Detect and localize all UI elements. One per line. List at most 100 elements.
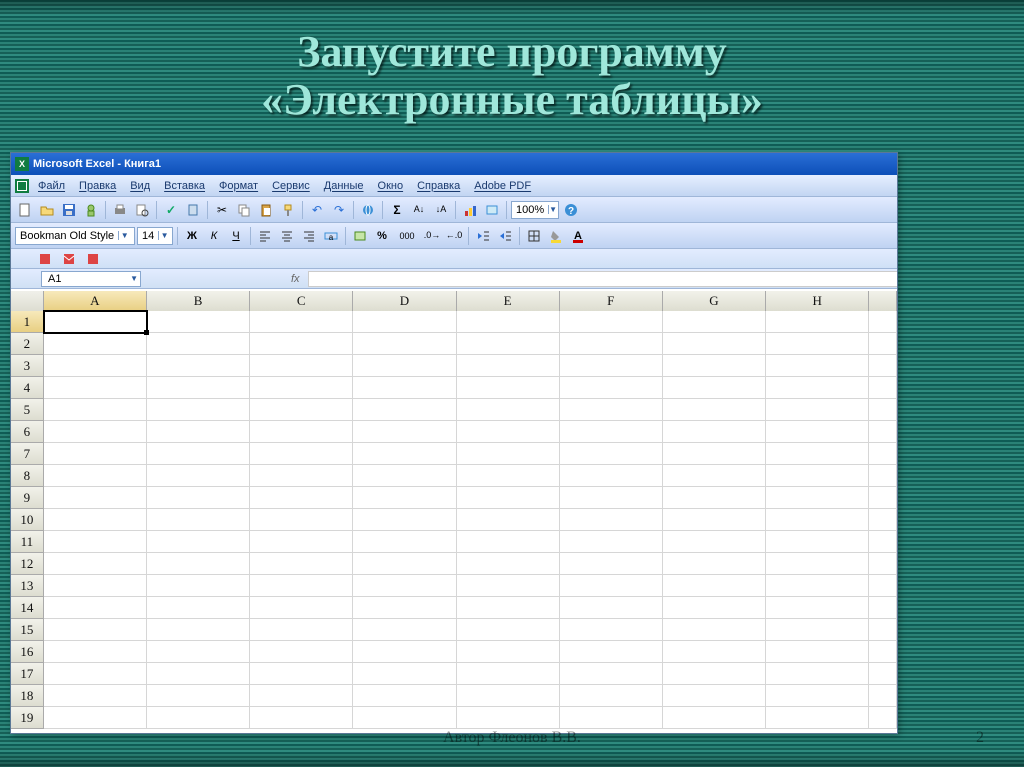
cell[interactable] (147, 311, 250, 333)
cell[interactable] (663, 355, 766, 377)
cell[interactable] (766, 333, 869, 355)
increase-decimal-icon[interactable]: .0→ (422, 226, 442, 246)
cell[interactable] (766, 663, 869, 685)
new-icon[interactable] (15, 200, 35, 220)
column-header[interactable]: F (560, 291, 663, 311)
cell[interactable] (869, 443, 897, 465)
cell[interactable] (250, 311, 353, 333)
italic-button[interactable]: К (204, 226, 224, 246)
cell[interactable] (766, 685, 869, 707)
row-header[interactable]: 13 (11, 575, 44, 597)
cell[interactable] (766, 707, 869, 729)
row-header[interactable]: 6 (11, 421, 44, 443)
decrease-indent-icon[interactable] (473, 226, 493, 246)
cell[interactable] (147, 575, 250, 597)
borders-icon[interactable] (524, 226, 544, 246)
cell[interactable] (457, 531, 560, 553)
cell[interactable] (560, 377, 663, 399)
row-header[interactable]: 12 (11, 553, 44, 575)
cell[interactable] (663, 443, 766, 465)
cell[interactable] (147, 531, 250, 553)
cell[interactable] (44, 355, 147, 377)
cell[interactable] (560, 553, 663, 575)
column-header[interactable]: H (766, 291, 869, 311)
cell[interactable] (147, 707, 250, 729)
cell[interactable] (766, 311, 869, 333)
cell[interactable] (147, 355, 250, 377)
align-center-icon[interactable] (277, 226, 297, 246)
cell[interactable] (766, 487, 869, 509)
cell[interactable] (869, 619, 897, 641)
cell[interactable] (457, 377, 560, 399)
column-header[interactable]: C (250, 291, 353, 311)
cell[interactable] (44, 333, 147, 355)
fx-label[interactable]: fx (291, 273, 300, 285)
cell[interactable] (869, 707, 897, 729)
cell[interactable] (147, 685, 250, 707)
cell[interactable] (560, 333, 663, 355)
cell[interactable] (869, 597, 897, 619)
cell[interactable] (44, 685, 147, 707)
print-preview-icon[interactable] (132, 200, 152, 220)
cell[interactable] (353, 377, 456, 399)
column-header[interactable]: A (44, 291, 147, 311)
cell[interactable] (457, 685, 560, 707)
cell[interactable] (250, 465, 353, 487)
cell[interactable] (560, 575, 663, 597)
menu-item-вставка[interactable]: Вставка (157, 175, 212, 196)
cell[interactable] (353, 619, 456, 641)
cell[interactable] (766, 553, 869, 575)
row-header[interactable]: 3 (11, 355, 44, 377)
menu-item-справка[interactable]: Справка (410, 175, 467, 196)
name-box[interactable]: A1 ▼ (41, 271, 141, 287)
cell[interactable] (353, 685, 456, 707)
cell[interactable] (147, 333, 250, 355)
cell[interactable] (250, 619, 353, 641)
pdf-email-icon[interactable] (59, 249, 79, 269)
cell[interactable] (457, 509, 560, 531)
cell[interactable] (457, 421, 560, 443)
fill-color-icon[interactable] (546, 226, 566, 246)
cell[interactable] (147, 619, 250, 641)
cell[interactable] (560, 663, 663, 685)
cell[interactable] (766, 465, 869, 487)
cell[interactable] (250, 707, 353, 729)
cell[interactable] (766, 355, 869, 377)
cell[interactable] (869, 575, 897, 597)
cell[interactable] (560, 421, 663, 443)
bold-button[interactable]: Ж (182, 226, 202, 246)
cell[interactable] (457, 553, 560, 575)
cell[interactable] (663, 465, 766, 487)
cell[interactable] (869, 355, 897, 377)
cell[interactable] (457, 333, 560, 355)
cell[interactable] (663, 377, 766, 399)
merge-center-icon[interactable]: a (321, 226, 341, 246)
spreadsheet-grid[interactable]: ABCDEFGH 12345678910111213141516171819 (11, 291, 897, 733)
cell[interactable] (250, 399, 353, 421)
cell[interactable] (44, 465, 147, 487)
hyperlink-icon[interactable] (358, 200, 378, 220)
menu-item-adobe pdf[interactable]: Adobe PDF (467, 175, 538, 196)
menu-item-данные[interactable]: Данные (317, 175, 371, 196)
cell[interactable] (147, 663, 250, 685)
row-header[interactable]: 14 (11, 597, 44, 619)
cell[interactable] (869, 333, 897, 355)
cell[interactable] (147, 465, 250, 487)
cell[interactable] (250, 487, 353, 509)
cell[interactable] (457, 597, 560, 619)
cell[interactable] (869, 465, 897, 487)
cell[interactable] (353, 399, 456, 421)
comma-style-icon[interactable]: 000 (394, 226, 420, 246)
row-header[interactable]: 4 (11, 377, 44, 399)
underline-button[interactable]: Ч (226, 226, 246, 246)
cell[interactable] (766, 575, 869, 597)
cell[interactable] (869, 421, 897, 443)
cell[interactable] (663, 707, 766, 729)
select-all-corner[interactable] (11, 291, 44, 311)
cell[interactable] (44, 487, 147, 509)
cell[interactable] (353, 663, 456, 685)
cell[interactable] (147, 443, 250, 465)
cell[interactable] (766, 531, 869, 553)
cell[interactable] (147, 399, 250, 421)
cell[interactable] (44, 619, 147, 641)
